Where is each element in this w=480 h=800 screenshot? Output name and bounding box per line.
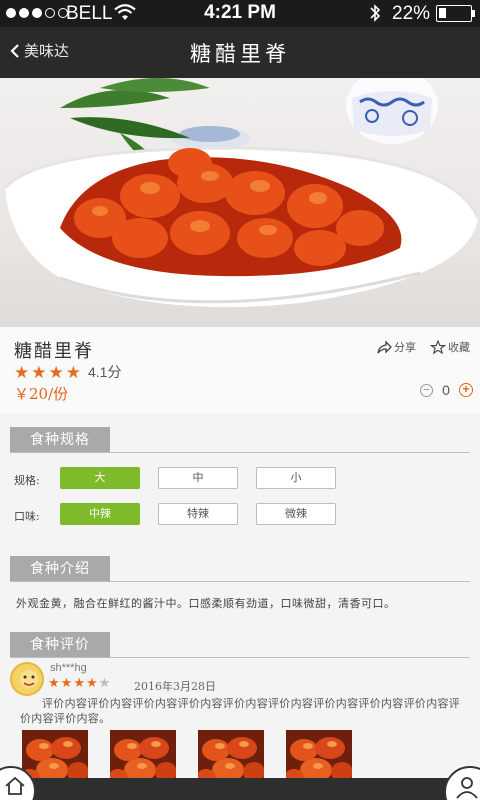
taste-option[interactable]: 微辣	[256, 503, 336, 525]
star-outline-icon	[430, 340, 446, 354]
dish-rating: ★ ★ ★ ★ 4.1分	[14, 362, 121, 382]
home-icon	[5, 776, 25, 795]
status-bar: BELL 4:21 PM 22%	[0, 0, 480, 27]
share-label: 分享	[394, 341, 416, 354]
battery-percent: 22%	[392, 3, 431, 24]
size-option[interactable]: 大	[60, 467, 140, 489]
intro-text: 外观金黄，融合在鲜红的酱汁中。口感柔顺有劲道，口味微甜，清香可口。	[16, 597, 396, 610]
dish-info: 糖醋里脊 分享 收藏 ★ ★ ★ ★ 4.1分 ￥20/份 − 0 +	[0, 327, 480, 413]
star-filled-icon: ★	[14, 362, 30, 383]
rating-score: 4.1分	[88, 364, 122, 380]
spec-section-title: 食种规格	[10, 427, 110, 453]
size-option[interactable]: 中	[158, 467, 238, 489]
minus-icon[interactable]: −	[420, 383, 433, 397]
review-rating-stars: ★ ★ ★ ★ ★	[48, 677, 111, 690]
intro-section-header: 食种介绍	[10, 556, 470, 582]
bottom-bar	[0, 778, 480, 800]
review-section-title: 食种评价	[10, 632, 110, 658]
star-filled-icon: ★	[31, 362, 47, 383]
share-icon	[377, 340, 392, 354]
star-empty-icon: ★	[98, 676, 111, 691]
rating-stars: ★ ★ ★ ★	[14, 363, 83, 382]
size-label: 规格:	[14, 474, 40, 487]
taste-option[interactable]: 特辣	[158, 503, 238, 525]
dish-photo	[0, 78, 480, 327]
page-title: 糖醋里脊	[190, 42, 290, 66]
reviewer-name: sh***hg	[50, 662, 87, 674]
battery-icon	[436, 5, 472, 22]
star-filled-icon: ★	[48, 676, 60, 691]
star-filled-icon: ★	[48, 362, 64, 383]
dish-name: 糖醋里脊	[14, 341, 94, 362]
favorite-button[interactable]: 收藏	[430, 339, 470, 355]
taste-label: 口味:	[14, 510, 40, 523]
share-button[interactable]: 分享	[376, 339, 416, 355]
quantity-stepper: − 0 +	[420, 382, 473, 398]
review-section-header: 食种评价	[10, 632, 470, 658]
star-filled-icon: ★	[85, 676, 98, 691]
avatar[interactable]	[10, 662, 44, 696]
star-filled-icon: ★	[73, 676, 85, 691]
review-date: 2016年3月28日	[134, 680, 216, 693]
review-text: 评价内容评价内容评价内容评价内容评价内容评价内容评价内容评价内容评价内容评价内容…	[20, 697, 461, 725]
quantity-value: 0	[442, 382, 450, 398]
nav-bar: 美味达 糖醋里脊	[0, 27, 480, 78]
user-icon	[456, 777, 478, 799]
bluetooth-icon	[368, 3, 382, 29]
dish-price: ￥20/份	[14, 385, 69, 403]
spec-section-header: 食种规格	[10, 427, 470, 453]
size-option[interactable]: 小	[256, 467, 336, 489]
intro-section-title: 食种介绍	[10, 556, 110, 582]
plus-icon[interactable]: +	[459, 383, 473, 397]
profile-button[interactable]	[444, 766, 480, 800]
taste-option[interactable]: 中辣	[60, 503, 140, 525]
star-filled-icon: ★	[60, 676, 73, 691]
star-filled-icon: ★	[65, 362, 81, 383]
favorite-label: 收藏	[448, 341, 470, 354]
